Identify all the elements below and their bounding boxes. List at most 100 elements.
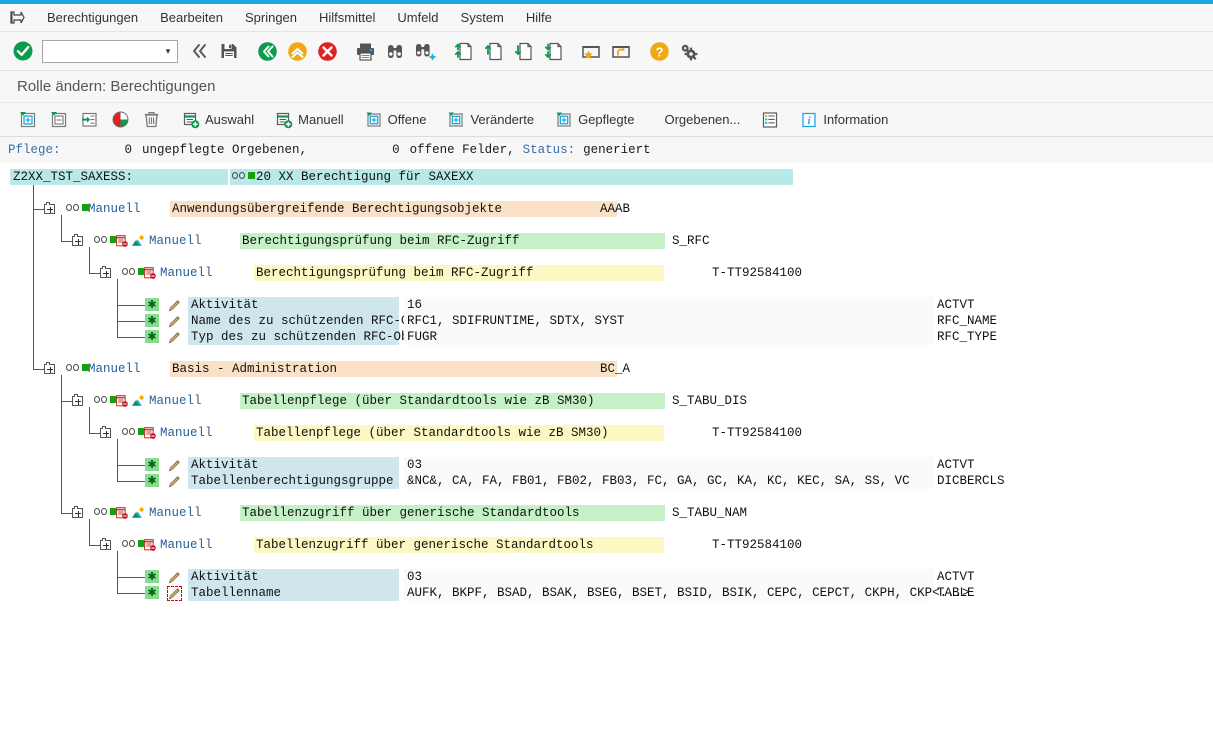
object-type-icon <box>132 507 144 519</box>
tree-expander[interactable] <box>44 204 55 214</box>
tree-row-field-actvt-tabu-dis[interactable]: ✱Aktivität03ACTVT <box>0 457 1213 473</box>
field-label: Name des zu schützenden RFC-Ob <box>191 313 416 329</box>
edit-pencil-icon[interactable] <box>168 315 181 328</box>
info-icon: i <box>800 111 818 129</box>
status-open-count: 0 <box>392 143 400 157</box>
menu-springen[interactable]: Springen <box>234 8 308 27</box>
menu-berechtigungen[interactable]: Berechtigungen <box>36 8 149 27</box>
enter-check-icon[interactable] <box>8 36 38 66</box>
field-value: 03 <box>407 569 422 585</box>
node-description: Basis - Administration <box>172 361 337 377</box>
field-label: Tabellenberechtigungsgruppe <box>191 473 394 489</box>
field-technical-name: DICBERCLS <box>937 473 1005 489</box>
tree-row-field-actvt-rfc[interactable]: ✱Aktivität16ACTVT <box>0 297 1213 313</box>
page-title: Rolle ändern: Berechtigungen <box>0 71 1213 103</box>
menu-bearbeiten[interactable]: Bearbeiten <box>149 8 234 27</box>
information-button[interactable]: i Information <box>794 106 894 134</box>
edit-pencil-icon[interactable] <box>168 299 181 312</box>
command-input[interactable] <box>46 42 159 61</box>
tree-row-auth-t-tt92584100-rfc[interactable]: ManuellBerechtigungsprüfung beim RFC-Zug… <box>0 265 1213 281</box>
back-green-icon[interactable] <box>252 36 282 66</box>
list-plus-icon <box>275 111 293 129</box>
field-technical-name: ACTVT <box>937 297 975 313</box>
tree-row-field-rfc-type[interactable]: ✱Typ des zu schützenden RFC-ObjFUGRRFC_T… <box>0 329 1213 345</box>
copy-selection-icon <box>49 110 68 129</box>
maintained-button[interactable]: Gepflegte <box>549 106 640 134</box>
manual-button-label: Manuell <box>298 112 344 127</box>
node-technical-name: T-TT92584100 <box>712 265 802 281</box>
maintenance-status: Manuell <box>88 361 141 377</box>
node-description: Tabellenpflege (über Standardtools wie z… <box>256 425 609 441</box>
tree-expander[interactable] <box>44 364 55 374</box>
find-icon[interactable] <box>380 36 410 66</box>
status-pflege-label: Pflege: <box>8 143 61 157</box>
help-icon[interactable]: ? <box>644 36 674 66</box>
tree-row-field-dicbercls[interactable]: ✱Tabellenberechtigungsgruppe&NC&, CA, FA… <box>0 473 1213 489</box>
tree-expander[interactable] <box>100 540 111 550</box>
tree-row-field-table[interactable]: ✱TabellennameAUFK, BKPF, BSAD, BSAK, BSE… <box>0 585 1213 601</box>
tree-expander[interactable] <box>100 428 111 438</box>
delete-button[interactable] <box>136 106 167 134</box>
open-button[interactable]: Offene <box>359 106 433 134</box>
cancel-red-icon[interactable] <box>312 36 342 66</box>
settings-gear-icon[interactable] <box>674 36 704 66</box>
tree-expander[interactable] <box>72 236 83 246</box>
command-field[interactable]: ▾ <box>42 40 178 63</box>
edit-pencil-icon[interactable] <box>168 475 181 488</box>
last-page-icon[interactable] <box>538 36 568 66</box>
selection-button[interactable]: Auswahl <box>176 106 260 134</box>
tree-expander[interactable] <box>100 268 111 278</box>
previous-page-icon[interactable] <box>478 36 508 66</box>
copy-from-template-button[interactable] <box>12 106 43 134</box>
maintenance-status: Manuell <box>149 393 202 409</box>
field-status-icon: ✱ <box>145 330 159 343</box>
field-label: Aktivität <box>191 569 259 585</box>
create-favorite-icon[interactable] <box>576 36 606 66</box>
tree-expander[interactable] <box>72 508 83 518</box>
tree-row-role-root[interactable]: Z2XX_TST_SAXESS:20 XX Berechtigung für S… <box>0 169 1213 185</box>
insert-authorization-button[interactable] <box>74 106 105 134</box>
next-page-icon[interactable] <box>508 36 538 66</box>
field-value-bg <box>404 457 934 473</box>
chevron-down-icon[interactable]: ▾ <box>159 46 177 57</box>
tree-row-object-s-tabu-nam[interactable]: ManuellTabellenzugriff über generische S… <box>0 505 1213 521</box>
edit-pencil-icon[interactable] <box>168 587 181 600</box>
edit-pencil-icon[interactable] <box>168 571 181 584</box>
node-technical-name: T-TT92584100 <box>712 425 802 441</box>
object-status-icon <box>94 236 117 243</box>
object-type-icon <box>132 235 144 247</box>
exit-up-orange-icon[interactable] <box>282 36 312 66</box>
tree-row-field-rfc-name[interactable]: ✱Name des zu schützenden RFC-ObRFC1, SDI… <box>0 313 1213 329</box>
tree-row-object-class-bc-a[interactable]: ManuellBasis - AdministrationBC_A <box>0 361 1213 377</box>
list-plus-icon <box>182 111 200 129</box>
traffic-light-button[interactable] <box>105 106 136 134</box>
manual-button[interactable]: Manuell <box>269 106 350 134</box>
find-next-icon[interactable] <box>410 36 440 66</box>
first-page-icon[interactable] <box>448 36 478 66</box>
menu-umfeld[interactable]: Umfeld <box>386 8 449 27</box>
save-disk-icon[interactable] <box>214 36 244 66</box>
customize-layout-icon[interactable] <box>606 36 636 66</box>
tree-row-object-s-tabu-dis[interactable]: ManuellTabellenpflege (über Standardtool… <box>0 393 1213 409</box>
print-icon[interactable] <box>350 36 380 66</box>
tree-row-field-actvt-tabu-nam[interactable]: ✱Aktivität03ACTVT <box>0 569 1213 585</box>
copy-selection-button[interactable] <box>43 106 74 134</box>
edit-pencil-icon[interactable] <box>168 331 181 344</box>
back-double-arrow-icon[interactable] <box>184 36 214 66</box>
authorization-tree[interactable]: Z2XX_TST_SAXESS:20 XX Berechtigung für S… <box>0 163 1213 743</box>
field-status-icon: ✱ <box>145 298 159 311</box>
changed-button[interactable]: Veränderte <box>441 106 540 134</box>
tree-row-auth-t-tt92584100-tabu-dis[interactable]: ManuellTabellenpflege (über Standardtool… <box>0 425 1213 441</box>
edit-pencil-icon[interactable] <box>168 459 181 472</box>
menu-hilfsmittel[interactable]: Hilfsmittel <box>308 8 386 27</box>
tree-row-object-class-aaab[interactable]: ManuellAnwendungsübergreifende Berechtig… <box>0 201 1213 217</box>
tree-row-auth-t-tt92584100-tabu-nam[interactable]: ManuellTabellenzugriff über generische S… <box>0 537 1213 553</box>
system-menu-icon[interactable] <box>6 9 28 27</box>
tree-expander[interactable] <box>72 396 83 406</box>
orglevels-button[interactable]: Orgebenen... <box>658 106 746 134</box>
authorization-status-icon <box>144 427 156 439</box>
menu-system[interactable]: System <box>450 8 515 27</box>
list-display-button[interactable] <box>755 106 785 134</box>
tree-row-object-s-rfc[interactable]: ManuellBerechtigungsprüfung beim RFC-Zug… <box>0 233 1213 249</box>
menu-hilfe[interactable]: Hilfe <box>515 8 563 27</box>
